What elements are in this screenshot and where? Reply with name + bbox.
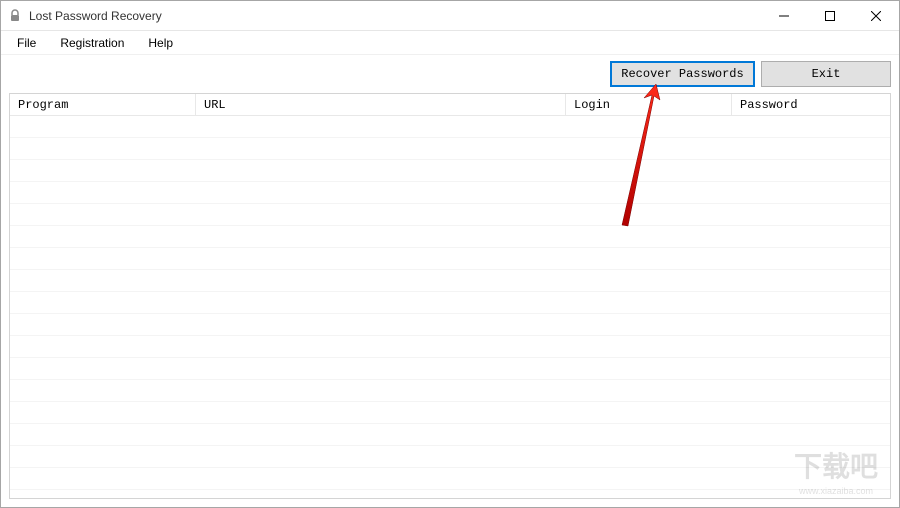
table-row [10,292,890,314]
close-button[interactable] [853,1,899,31]
table-row [10,380,890,402]
table-row [10,138,890,160]
column-password[interactable]: Password [732,94,890,115]
table-row [10,182,890,204]
maximize-button[interactable] [807,1,853,31]
column-login[interactable]: Login [566,94,732,115]
menu-file[interactable]: File [5,32,48,54]
table-row [10,226,890,248]
column-url[interactable]: URL [196,94,566,115]
menubar: File Registration Help [1,31,899,55]
table-row [10,270,890,292]
toolbar: Recover Passwords Exit [1,55,899,93]
table-row [10,160,890,182]
table-row [10,468,890,490]
table-row [10,424,890,446]
titlebar: Lost Password Recovery [1,1,899,31]
table-row [10,248,890,270]
table-row [10,116,890,138]
minimize-button[interactable] [761,1,807,31]
table-row [10,314,890,336]
menu-registration[interactable]: Registration [48,32,136,54]
menu-help[interactable]: Help [136,32,185,54]
results-table: Program URL Login Password [9,93,891,499]
table-row [10,446,890,468]
exit-button[interactable]: Exit [761,61,891,87]
app-icon [7,8,23,24]
table-row [10,402,890,424]
table-row [10,204,890,226]
table-header: Program URL Login Password [10,94,890,116]
table-row [10,336,890,358]
table-row [10,358,890,380]
table-body[interactable] [10,116,890,498]
column-program[interactable]: Program [10,94,196,115]
window-title: Lost Password Recovery [29,9,162,23]
recover-passwords-button[interactable]: Recover Passwords [610,61,755,87]
app-window: Lost Password Recovery File Registration… [0,0,900,508]
